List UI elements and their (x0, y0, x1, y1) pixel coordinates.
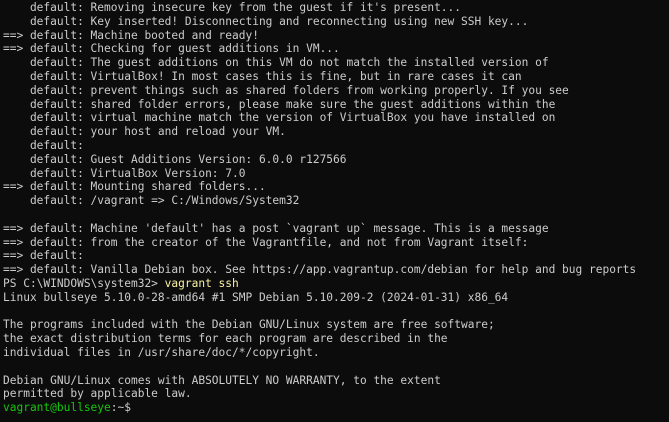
terminal-text: default: VirtualBox! In most cases this … (3, 69, 522, 83)
terminal-text: permitted by applicable law. (3, 387, 192, 401)
terminal-line: PS C:\WINDOWS\system32> vagrant ssh (3, 277, 669, 291)
terminal-text: ==> default: (3, 249, 84, 263)
terminal-text: Linux bullseye 5.10.0-28-amd64 #1 SMP De… (3, 290, 509, 304)
terminal-text: default: shared folder errors, please ma… (3, 97, 556, 111)
terminal-line: default: Key inserted! Disconnecting and… (3, 15, 669, 29)
terminal-line: default: (3, 139, 669, 153)
terminal-line: default: virtual machine match the versi… (3, 111, 669, 125)
terminal-text: ==> default: Machine 'default' has a pos… (3, 221, 549, 235)
terminal-text: default: The guest additions on this VM … (3, 56, 549, 70)
terminal-line: default: your host and reload your VM. (3, 125, 669, 139)
terminal-text: default: virtual machine match the versi… (3, 111, 556, 125)
terminal-text: Debian GNU/Linux comes with ABSOLUTELY N… (3, 373, 441, 387)
terminal-line: default: VirtualBox Version: 7.0 (3, 167, 669, 181)
terminal-text: ==> default: Checking for guest addition… (3, 42, 340, 56)
terminal-line: Debian GNU/Linux comes with ABSOLUTELY N… (3, 374, 669, 388)
terminal-text: default: Removing insecure key from the … (3, 1, 462, 14)
terminal-line: default: VirtualBox! In most cases this … (3, 70, 669, 84)
terminal-text: :~$ (110, 401, 138, 415)
shell-prompt-line: vagrant@bullseye:~$ (3, 401, 669, 415)
terminal-line: default: /vagrant => C:/Windows/System32 (3, 194, 669, 208)
terminal-text: ==> default: Mounting shared folders... (3, 180, 266, 194)
terminal-text: default: your host and reload your VM. (3, 125, 286, 139)
terminal-line: default: prevent things such as shared f… (3, 84, 669, 98)
terminal-window[interactable]: default: Removing insecure key from the … (0, 0, 669, 422)
terminal-text: ==> default: Machine booted and ready! (3, 28, 259, 42)
terminal-line: ==> default: from the creator of the Vag… (3, 236, 669, 250)
terminal-text: default: Key inserted! Disconnecting and… (3, 14, 529, 28)
terminal-text: The programs included with the Debian GN… (3, 318, 495, 332)
terminal-text: default: Guest Additions Version: 6.0.0 … (3, 152, 347, 166)
terminal-text: default: (3, 138, 84, 152)
terminal-line: default: Removing insecure key from the … (3, 1, 669, 15)
terminal-text: default: prevent things such as shared f… (3, 83, 569, 97)
terminal-line: default: The guest additions on this VM … (3, 56, 669, 70)
terminal-line: ==> default: Machine booted and ready! (3, 29, 669, 43)
terminal-line: ==> default: (3, 249, 669, 263)
terminal-line: ==> default: Machine 'default' has a pos… (3, 222, 669, 236)
terminal-text: the exact distribution terms for each pr… (3, 332, 448, 346)
terminal-line: ==> default: Mounting shared folders... (3, 180, 669, 194)
terminal-text: individual files in /usr/share/doc/*/cop… (3, 345, 320, 359)
terminal-line: Linux bullseye 5.10.0-28-amd64 #1 SMP De… (3, 291, 669, 305)
terminal-text: ==> default: Vanilla Debian box. See htt… (3, 263, 637, 277)
prompt-user-host: vagrant@bullseye (3, 401, 111, 415)
terminal-line: ==> default: Vanilla Debian box. See htt… (3, 263, 669, 277)
terminal-line: individual files in /usr/share/doc/*/cop… (3, 346, 669, 360)
terminal-line: ==> default: Checking for guest addition… (3, 42, 669, 56)
terminal-text: ==> default: from the creator of the Vag… (3, 235, 529, 249)
terminal-line: default: shared folder errors, please ma… (3, 98, 669, 112)
typed-command: vagrant ssh (164, 276, 239, 290)
terminal-line: permitted by applicable law. (3, 387, 669, 401)
terminal-line: the exact distribution terms for each pr… (3, 332, 669, 346)
terminal-text: default: /vagrant => C:/Windows/System32 (3, 194, 300, 208)
terminal-line: default: Guest Additions Version: 6.0.0 … (3, 153, 669, 167)
terminal-line: The programs included with the Debian GN… (3, 318, 669, 332)
terminal-text: default: VirtualBox Version: 7.0 (3, 166, 246, 180)
terminal-text: PS C:\WINDOWS\system32> (3, 276, 165, 290)
